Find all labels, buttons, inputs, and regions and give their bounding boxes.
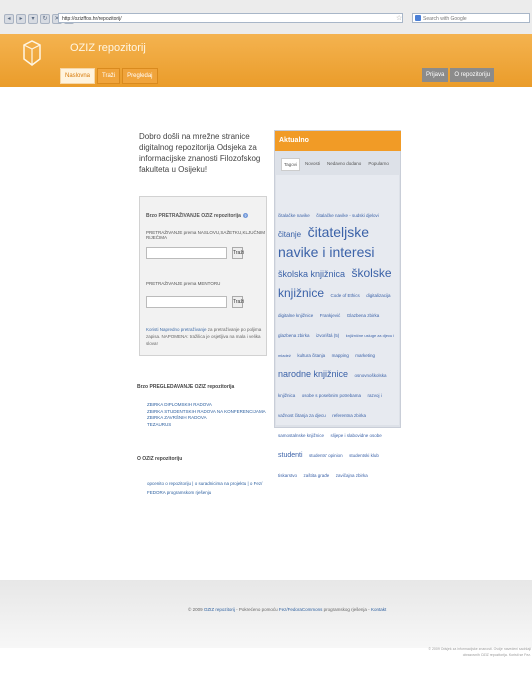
tab-naslovna[interactable]: Naslovna (60, 68, 96, 84)
tag-link[interactable]: školska knjižnica (278, 269, 345, 279)
tag-link[interactable]: kultura čitanja (297, 353, 325, 358)
browser-search-input[interactable]: Search with Google (412, 13, 530, 23)
mentor-search-button[interactable]: Traži (232, 296, 244, 308)
reload-icon[interactable]: ↻ (40, 14, 50, 24)
tag-cloud: čitalačke navike čitalačke navike - suds… (278, 203, 396, 483)
tag-link[interactable]: students' opinion (309, 453, 343, 458)
footer-fez-link[interactable]: Fez/FedoraCommons (279, 607, 323, 612)
tab-tagovi[interactable]: Tagovi (281, 158, 301, 171)
tag-link[interactable]: digitalne knjižnice (278, 313, 313, 318)
logo-icon (23, 40, 41, 66)
footer-copyright: © 2009 Odsjek za informacijske znanosti.… (428, 647, 531, 657)
tag-link[interactable]: mapping (332, 353, 349, 358)
title-search-label: PRETRAŽIVANJE prema NASLOVU,SAŽETKU,KLJU… (146, 230, 265, 240)
footer-software: programskog rješenja - (322, 607, 371, 612)
welcome-text: Dobro došli na mrežne stranice digitalno… (139, 132, 261, 174)
main-nav: Naslovna Traži Pregledaj (60, 68, 158, 84)
google-icon (415, 15, 421, 21)
footer-powered: - Pokrećeno pomoću (234, 607, 279, 612)
quick-search-title-text: Brzo PRETRAŽIVANJE OZIZ repozitorija (146, 213, 241, 219)
site-title[interactable]: OZIZ repozitorij (70, 42, 146, 54)
browser-toolbar: ◂ ▸ ▾ ↻ ✕ ⌂ http://ozizffos.hr/repozitor… (0, 0, 532, 35)
footer-repo-link[interactable]: OZIZ repozitorij (204, 607, 235, 612)
back-icon[interactable]: ◂ (4, 14, 14, 24)
tag-link[interactable]: referentna zbirka (332, 413, 366, 418)
tag-link[interactable]: marketing (355, 353, 375, 358)
tab-popularno[interactable]: Popularno (366, 158, 391, 171)
advanced-search-link[interactable]: Koristi Napredno pretraživanje (146, 327, 207, 332)
tag-link[interactable]: digitalizacija (366, 293, 390, 298)
tag-link[interactable]: tiskarstvo (278, 473, 297, 478)
tab-pregledaj[interactable]: Pregledaj (122, 68, 158, 84)
about-repository-link[interactable]: O repozitoriju (450, 68, 495, 82)
footer (0, 580, 532, 648)
forward-icon[interactable]: ▸ (16, 14, 26, 24)
tag-link[interactable]: zaštita građe (303, 473, 329, 478)
tag-link[interactable]: studenti (278, 452, 303, 459)
collection-link-tezaurus[interactable]: TEZAURUS (147, 422, 266, 429)
footer-credits: © 2009 OZIZ repozitorij - Pokrećeno pomo… (188, 607, 386, 612)
aktualno-title: Aktualno (275, 131, 401, 151)
tab-novosti[interactable]: Novosti (303, 158, 322, 171)
tab-nedavno-dodano[interactable]: Nedavno dodano (325, 158, 363, 171)
footer-contact-link[interactable]: Kontakt (371, 607, 386, 612)
browse-heading: Brzo PREGLEDAVANJE OZIZ repozitorija (137, 384, 235, 390)
title-search-button[interactable]: Traži (232, 247, 244, 259)
tag-link[interactable]: izvorištá (5) (316, 333, 339, 338)
tag-link[interactable]: čitanje (278, 230, 301, 239)
tag-link[interactable]: Glazbena zbirka (347, 313, 380, 318)
tag-link[interactable]: čitalačke navike (278, 213, 310, 218)
collection-list: ZBIRKA DIPLOMSKIH RADOVA ZBIRKA STUDENTS… (147, 402, 266, 428)
tag-link[interactable]: zavičajna zbirka (336, 473, 368, 478)
help-icon[interactable]: ? (242, 213, 248, 218)
mentor-search-label: PRETRAŽIVANJE prema MENTORU (146, 281, 221, 286)
quick-search-panel: Brzo PRETRAŽIVANJE OZIZ repozitorija? PR… (139, 196, 267, 356)
tab-trazi[interactable]: Traži (97, 68, 121, 84)
tag-link[interactable]: osobe s posebnim potrebama (302, 393, 361, 398)
url-bar[interactable]: http://ozizffos.hr/repozitorij/ (58, 13, 403, 23)
login-link[interactable]: Prijava (422, 68, 449, 82)
tag-link[interactable]: čitalačke navike - sudski djelovi (316, 213, 379, 218)
bookmark-star-icon[interactable]: ☆ (396, 14, 402, 22)
title-search-input[interactable] (146, 247, 227, 259)
tag-link[interactable]: Code of Ethics (330, 293, 359, 298)
user-nav: Prijava O repozitoriju (422, 68, 495, 82)
quick-search-title: Brzo PRETRAŽIVANJE OZIZ repozitorija? (146, 213, 248, 219)
tag-link[interactable]: glazbena zbirka (278, 333, 310, 338)
tag-link[interactable]: slijepe i slabovidne osobe (330, 433, 381, 438)
about-links[interactable]: opcenito o repozitoriju | o suradnicima … (147, 479, 267, 497)
aktualno-tabs: Tagovi Novosti Nedavno dodano Popularno (281, 158, 391, 171)
mentor-search-input[interactable] (146, 296, 227, 308)
footer-year: © 2009 (188, 607, 203, 612)
tag-link[interactable]: narodne knjižnice (278, 369, 348, 379)
tag-link[interactable]: studentski klub (349, 453, 379, 458)
search-placeholder: Search with Google (423, 16, 467, 22)
search-note: Koristi Napredno pretraživanje za pretra… (146, 326, 262, 347)
tag-link[interactable]: Frankjević (320, 313, 341, 318)
dropdown-icon[interactable]: ▾ (28, 14, 38, 24)
about-heading: O OZIZ repozitoriju (137, 456, 183, 462)
tag-link[interactable]: samostalnske knjižnice (278, 433, 324, 438)
